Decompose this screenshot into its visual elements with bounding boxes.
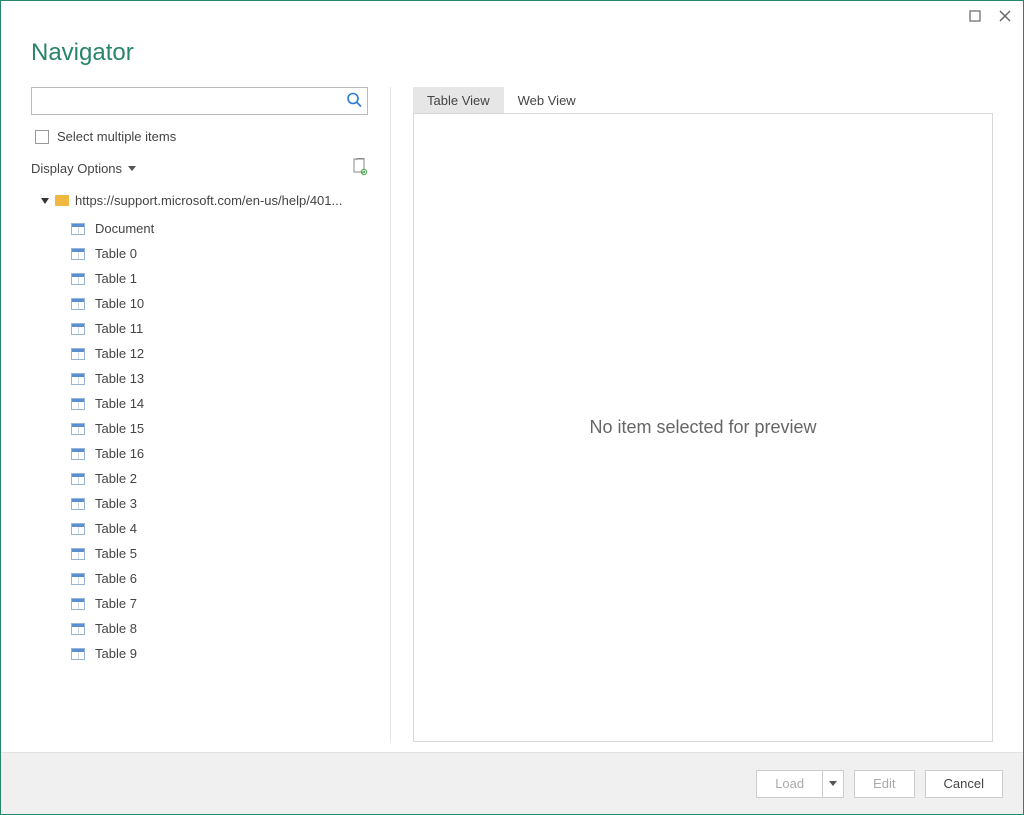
tree: https://support.microsoft.com/en-us/help… bbox=[31, 189, 368, 742]
left-panel: Select multiple items Display Options bbox=[31, 87, 391, 742]
tree-item[interactable]: Table 15 bbox=[67, 416, 368, 441]
search-input[interactable] bbox=[31, 87, 368, 115]
header: Navigator bbox=[1, 31, 1023, 87]
tree-item-label: Table 1 bbox=[95, 271, 137, 286]
table-icon bbox=[71, 648, 85, 660]
table-icon bbox=[71, 273, 85, 285]
tree-item[interactable]: Table 6 bbox=[67, 566, 368, 591]
tree-item[interactable]: Table 13 bbox=[67, 366, 368, 391]
close-icon[interactable] bbox=[995, 6, 1015, 26]
table-icon bbox=[71, 323, 85, 335]
navigator-dialog: Navigator Select multiple items Display … bbox=[0, 0, 1024, 815]
tree-item-label: Table 15 bbox=[95, 421, 144, 436]
chevron-down-icon bbox=[829, 781, 837, 786]
refresh-icon[interactable] bbox=[352, 158, 368, 179]
preview-pane: No item selected for preview bbox=[413, 113, 993, 742]
dialog-title: Navigator bbox=[31, 39, 993, 67]
tree-item[interactable]: Table 0 bbox=[67, 241, 368, 266]
tree-item-label: Table 13 bbox=[95, 371, 144, 386]
tree-item-label: Table 6 bbox=[95, 571, 137, 586]
checkbox-icon bbox=[35, 130, 49, 144]
tree-root[interactable]: https://support.microsoft.com/en-us/help… bbox=[31, 189, 368, 212]
tree-item-label: Table 12 bbox=[95, 346, 144, 361]
tree-item-label: Table 11 bbox=[95, 321, 143, 336]
tree-item[interactable]: Table 14 bbox=[67, 391, 368, 416]
tree-item-label: Table 10 bbox=[95, 296, 144, 311]
display-row: Display Options bbox=[31, 158, 368, 179]
table-icon bbox=[71, 473, 85, 485]
tree-item-label: Table 2 bbox=[95, 471, 137, 486]
tree-item-label: Table 0 bbox=[95, 246, 137, 261]
tree-item[interactable]: Document bbox=[67, 216, 368, 241]
tree-item-label: Table 4 bbox=[95, 521, 137, 536]
tree-item[interactable]: Table 12 bbox=[67, 341, 368, 366]
tabs: Table View Web View bbox=[413, 87, 993, 114]
load-button[interactable]: Load bbox=[756, 770, 822, 798]
tree-item[interactable]: Table 5 bbox=[67, 541, 368, 566]
tree-root-label: https://support.microsoft.com/en-us/help… bbox=[75, 193, 366, 208]
folder-icon bbox=[55, 195, 69, 206]
tree-item[interactable]: Table 1 bbox=[67, 266, 368, 291]
right-panel: Table View Web View No item selected for… bbox=[391, 87, 993, 742]
edit-button[interactable]: Edit bbox=[854, 770, 914, 798]
table-icon bbox=[71, 423, 85, 435]
search-wrap bbox=[31, 87, 368, 115]
table-icon bbox=[71, 623, 85, 635]
expand-icon bbox=[41, 198, 49, 204]
select-multiple-label: Select multiple items bbox=[57, 129, 176, 144]
tree-item[interactable]: Table 4 bbox=[67, 516, 368, 541]
tree-item-label: Document bbox=[95, 221, 154, 236]
tree-item[interactable]: Table 8 bbox=[67, 616, 368, 641]
table-icon bbox=[71, 548, 85, 560]
titlebar bbox=[1, 1, 1023, 31]
table-icon bbox=[71, 448, 85, 460]
tree-item[interactable]: Table 7 bbox=[67, 591, 368, 616]
table-icon bbox=[71, 598, 85, 610]
table-icon bbox=[71, 498, 85, 510]
table-icon bbox=[71, 298, 85, 310]
tab-web-view[interactable]: Web View bbox=[504, 87, 590, 114]
tree-item-label: Table 14 bbox=[95, 396, 144, 411]
tree-item-label: Table 16 bbox=[95, 446, 144, 461]
table-icon bbox=[71, 248, 85, 260]
tree-item[interactable]: Table 2 bbox=[67, 466, 368, 491]
display-options-label: Display Options bbox=[31, 161, 122, 176]
preview-empty-text: No item selected for preview bbox=[589, 417, 816, 438]
tree-item-label: Table 8 bbox=[95, 621, 137, 636]
chevron-down-icon bbox=[128, 166, 136, 171]
tree-item-label: Table 5 bbox=[95, 546, 137, 561]
tree-item-label: Table 3 bbox=[95, 496, 137, 511]
table-icon bbox=[71, 398, 85, 410]
select-multiple-checkbox[interactable]: Select multiple items bbox=[31, 129, 368, 144]
display-options-dropdown[interactable]: Display Options bbox=[31, 161, 136, 176]
maximize-icon[interactable] bbox=[965, 6, 985, 26]
load-button-group: Load bbox=[756, 770, 844, 798]
table-icon bbox=[71, 573, 85, 585]
body: Select multiple items Display Options bbox=[1, 87, 1023, 752]
footer: Load Edit Cancel bbox=[1, 752, 1023, 814]
table-icon bbox=[71, 348, 85, 360]
load-dropdown[interactable] bbox=[822, 770, 844, 798]
tree-item[interactable]: Table 16 bbox=[67, 441, 368, 466]
tree-item[interactable]: Table 10 bbox=[67, 291, 368, 316]
table-icon bbox=[71, 373, 85, 385]
tree-item[interactable]: Table 9 bbox=[67, 641, 368, 666]
tree-item[interactable]: Table 11 bbox=[67, 316, 368, 341]
tree-item-label: Table 7 bbox=[95, 596, 137, 611]
tree-item[interactable]: Table 3 bbox=[67, 491, 368, 516]
tab-table-view[interactable]: Table View bbox=[413, 87, 504, 114]
cancel-button[interactable]: Cancel bbox=[925, 770, 1003, 798]
tree-item-label: Table 9 bbox=[95, 646, 137, 661]
table-icon bbox=[71, 523, 85, 535]
table-icon bbox=[71, 223, 85, 235]
tree-children: Document Table 0 Table 1 Table 10 Table 11 Ta… bbox=[31, 212, 368, 666]
